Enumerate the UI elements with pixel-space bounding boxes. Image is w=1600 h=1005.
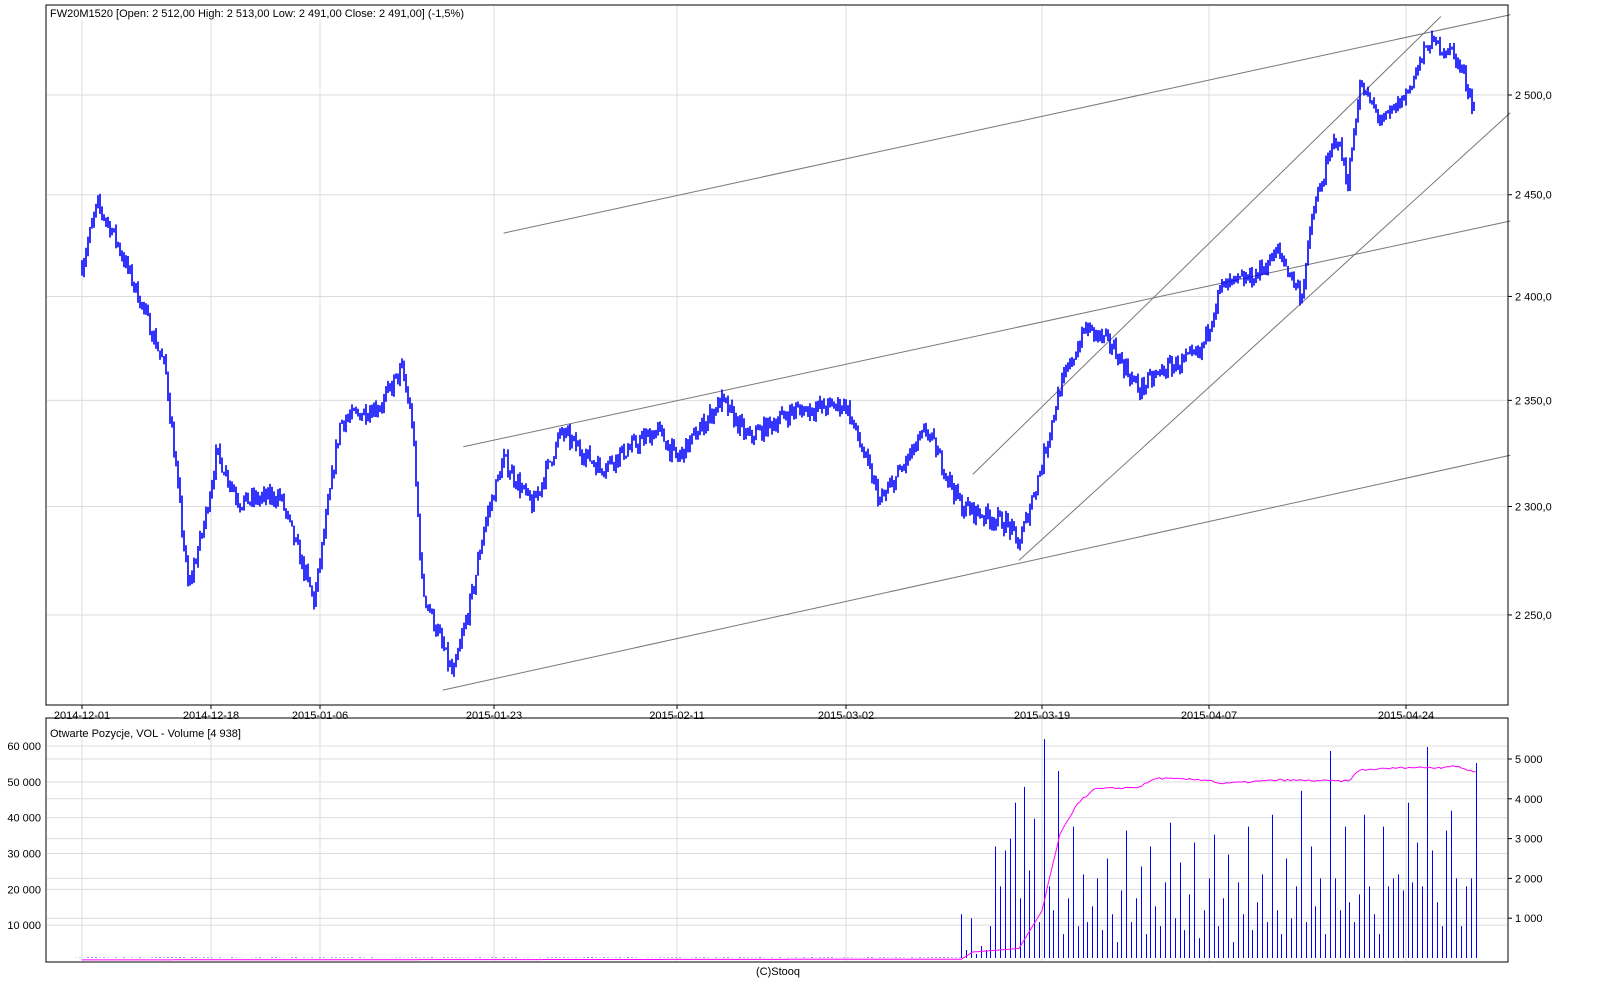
volume-tick-label: 2 000: [1515, 873, 1543, 885]
trend-line: [503, 14, 1511, 234]
x-tick-label: 2015-01-23: [466, 710, 522, 722]
trend-line: [1018, 112, 1511, 561]
x-tick-label: 2015-04-24: [1378, 710, 1434, 722]
oi-tick-label: 10 000: [7, 920, 41, 932]
volume-tick-label: 1 000: [1515, 913, 1543, 925]
volume-tick-label: 3 000: [1515, 834, 1543, 846]
x-tick-label: 2015-03-02: [818, 710, 874, 722]
grid: [47, 6, 1507, 961]
oi-tick-label: 60 000: [7, 741, 41, 753]
x-tick-label: 2015-04-07: [1181, 710, 1237, 722]
volume-tick-label: 5 000: [1515, 754, 1543, 766]
volume-chart-title: Otwarte Pozycje, VOL - Volume [4 938]: [50, 728, 241, 740]
oi-tick-label: 40 000: [7, 813, 41, 825]
y-tick-label: 2 300,0: [1515, 501, 1552, 513]
price-volume-chart: 2014-12-01 2014-12-18 2015-01-06 2015-01-23…: [7, 4, 1552, 978]
oi-tick-label: 20 000: [7, 884, 41, 896]
axes: 2014-12-01 2014-12-18 2015-01-06 2015-01-23…: [7, 90, 1551, 932]
open-interest-path: [82, 765, 1476, 961]
trend-line: [972, 16, 1442, 475]
trend-line: [463, 220, 1511, 448]
y-tick-label: 2 250,0: [1515, 610, 1552, 622]
x-tick-label: 2015-01-06: [292, 710, 348, 722]
oi-tick-label: 30 000: [7, 849, 41, 861]
x-tick-label: 2015-02-11: [649, 710, 704, 722]
y-tick-label: 2 450,0: [1515, 190, 1552, 202]
volume-tick-label: 4 000: [1515, 794, 1543, 806]
price-chart-title: FW20M1520 [Open: 2 512,00 High: 2 513,00…: [50, 8, 464, 20]
y-tick-label: 2 400,0: [1515, 291, 1552, 303]
trend-line: [442, 454, 1511, 691]
y-tick-label: 2 350,0: [1515, 395, 1552, 407]
price-panel-frame: [45, 4, 1509, 706]
open-interest-line: [82, 765, 1476, 961]
x-tick-label: 2015-03-19: [1014, 710, 1070, 722]
footer-credit: (C)Stooq: [756, 966, 800, 978]
y-tick-label: 2 500,0: [1515, 90, 1552, 102]
price-bars: [81, 30, 1475, 677]
trend-lines: [442, 14, 1511, 691]
oi-tick-label: 50 000: [7, 777, 41, 789]
